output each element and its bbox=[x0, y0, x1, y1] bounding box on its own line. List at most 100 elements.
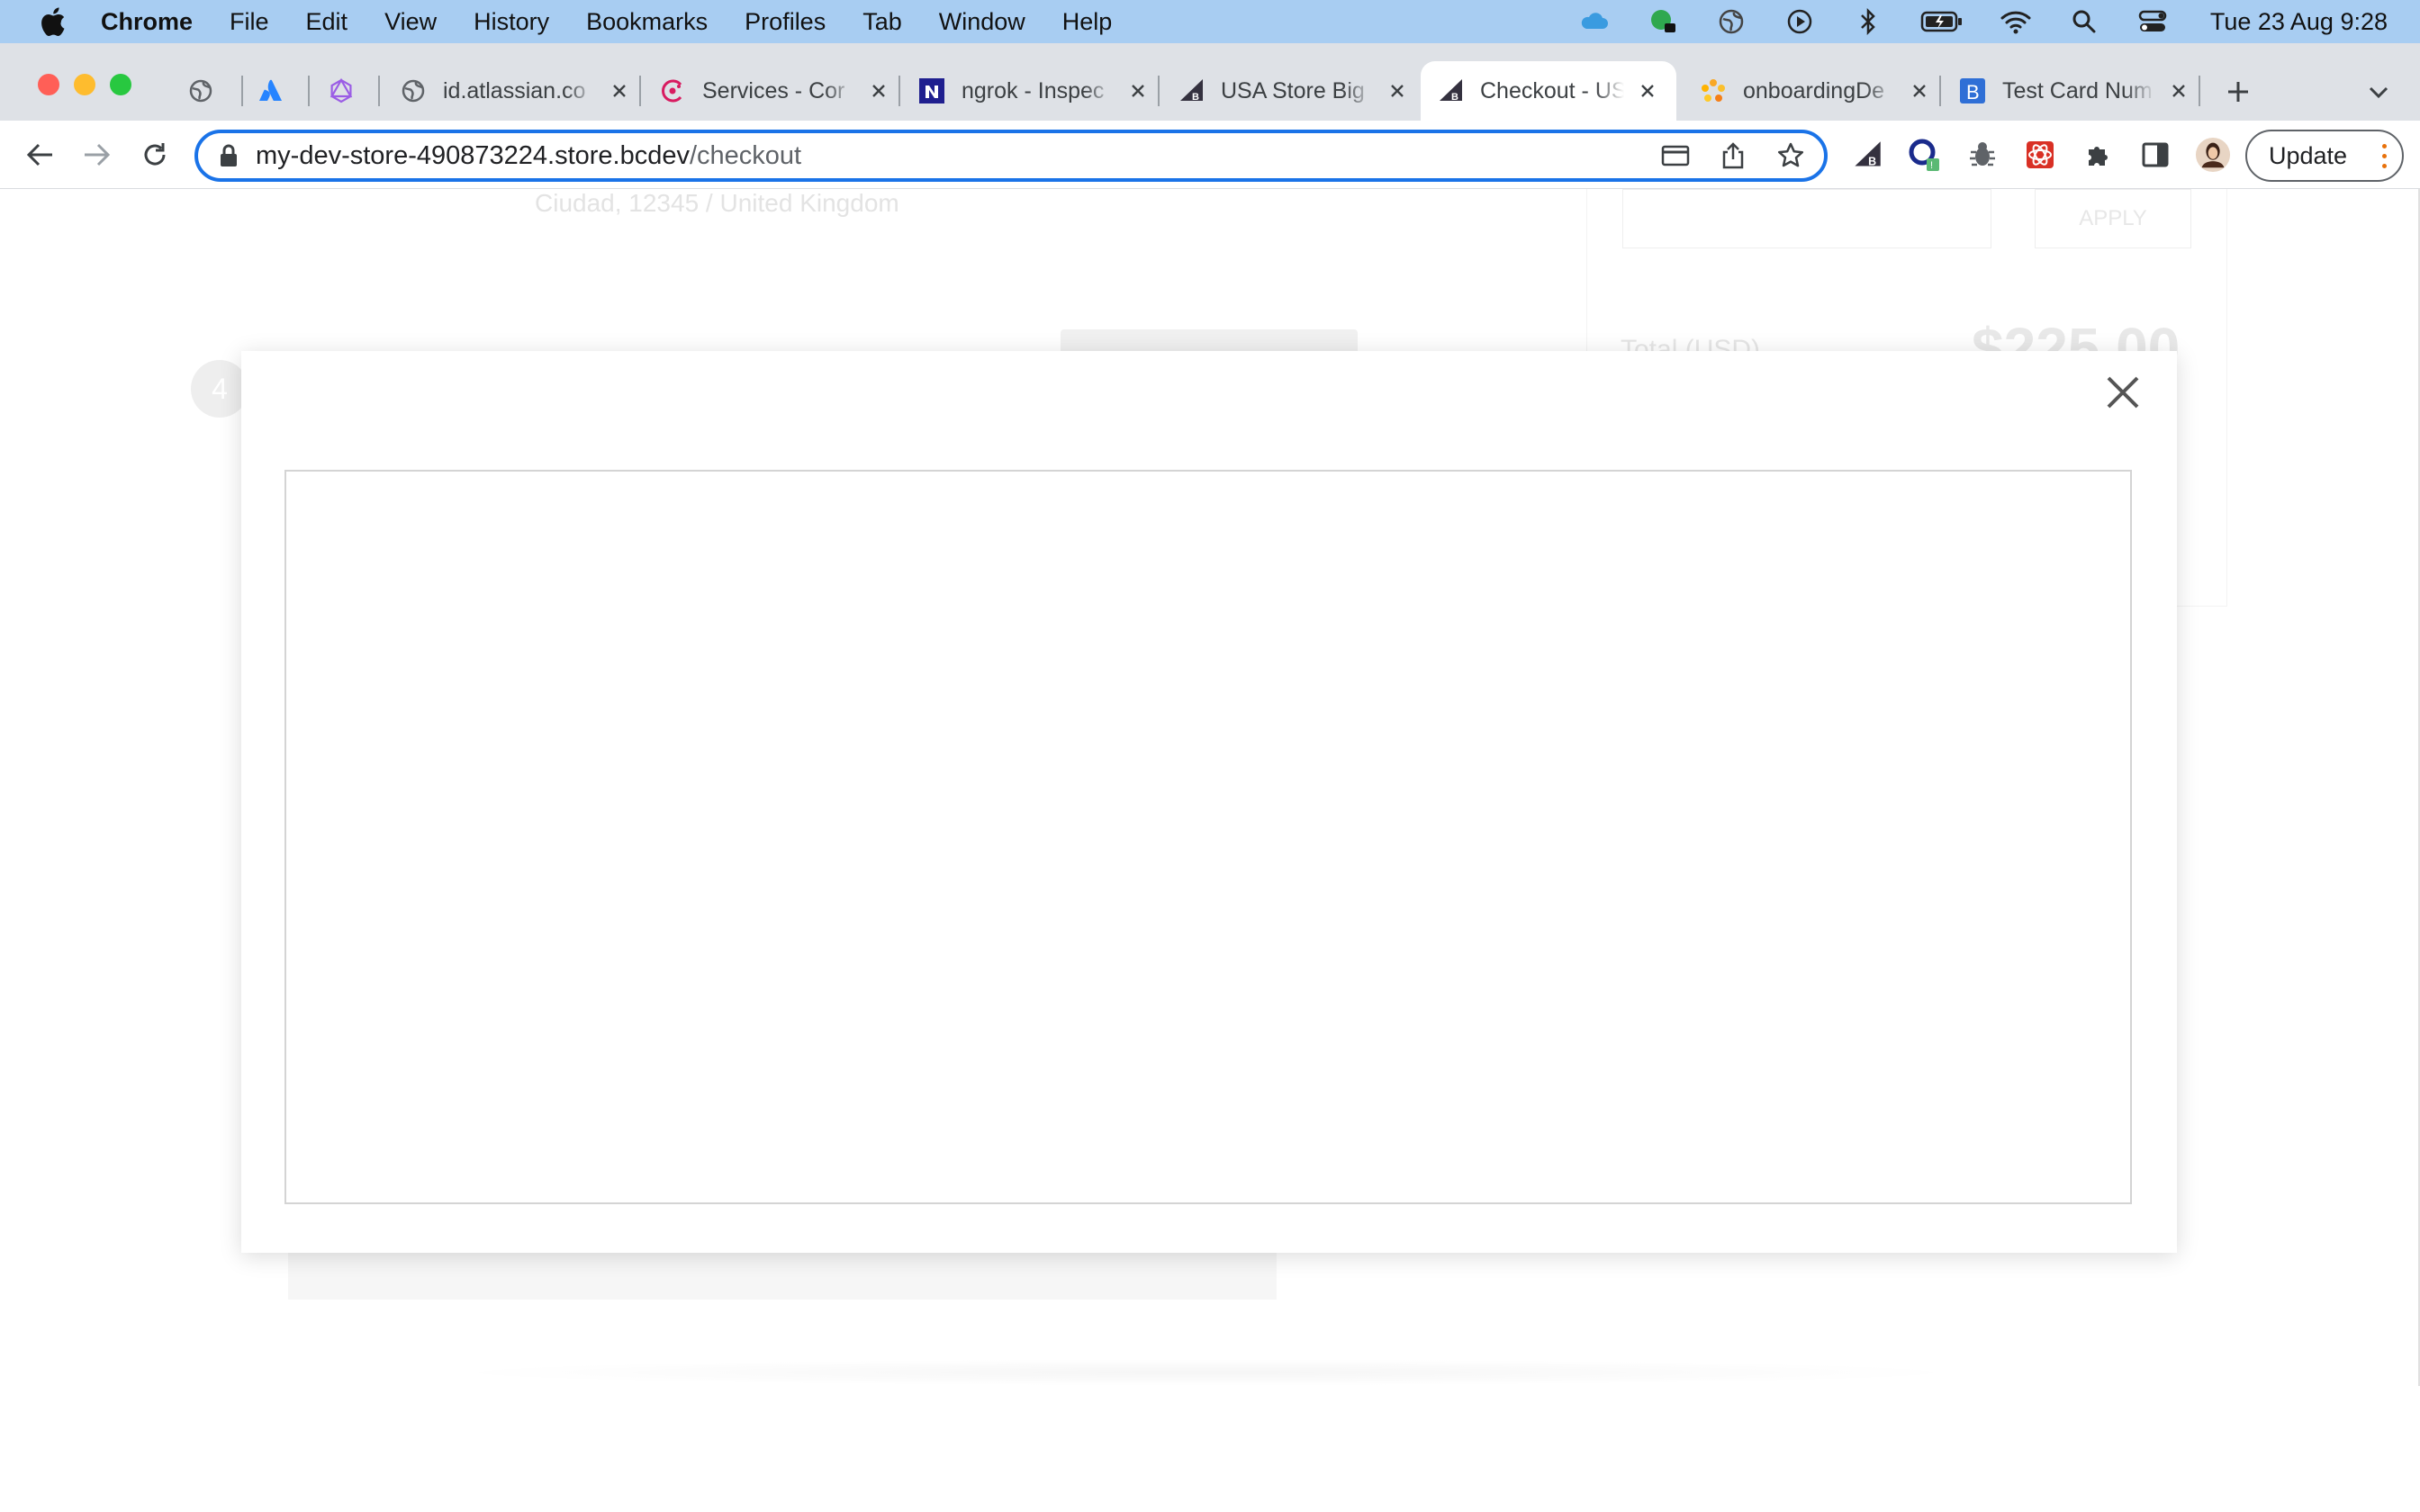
tab-title: Test Card Num bbox=[2002, 77, 2153, 104]
tab-separator bbox=[639, 76, 641, 106]
svg-text:!: ! bbox=[1930, 160, 1933, 171]
globe-icon bbox=[187, 77, 214, 104]
url-path: /checkout bbox=[689, 140, 802, 170]
graphql-icon bbox=[328, 77, 355, 104]
tab-separator bbox=[898, 76, 900, 106]
play-icon[interactable] bbox=[1783, 7, 1816, 36]
footer-shadow bbox=[432, 1359, 1981, 1386]
close-tab-icon[interactable] bbox=[1127, 80, 1149, 102]
menu-file[interactable]: File bbox=[230, 8, 269, 36]
extension-badge-icon[interactable]: ! bbox=[1907, 137, 1943, 173]
tab-title: USA Store Big bbox=[1221, 77, 1365, 104]
menu-history[interactable]: History bbox=[474, 8, 549, 36]
macos-menu-bar: Chrome File Edit View History Bookmarks … bbox=[0, 0, 2420, 43]
profile-avatar[interactable] bbox=[2195, 137, 2231, 173]
tab-separator bbox=[378, 76, 380, 106]
tab-title: id.atlassian.co bbox=[443, 77, 586, 104]
menu-edit[interactable]: Edit bbox=[306, 8, 348, 36]
payment-modal bbox=[241, 351, 2177, 1253]
window-minimize-button[interactable] bbox=[74, 74, 95, 95]
share-icon[interactable] bbox=[1718, 140, 1748, 171]
lock-icon[interactable] bbox=[218, 143, 239, 168]
globe-icon bbox=[400, 77, 427, 104]
cloud-icon[interactable] bbox=[1578, 7, 1611, 36]
tab-ngrok[interactable]: ngrok - Inspec bbox=[902, 61, 1149, 121]
atlassian-icon bbox=[257, 77, 284, 104]
tab-title: onboardingDe bbox=[1743, 77, 1885, 104]
tab-separator bbox=[308, 76, 310, 106]
tab-search-chevron-icon[interactable] bbox=[2359, 72, 2398, 112]
bigcommerce-extension-icon[interactable]: B bbox=[1849, 137, 1885, 173]
svg-text:B: B bbox=[1868, 155, 1876, 167]
menu-bar-status-area: Tue 23 Aug 9:28 bbox=[1578, 0, 2388, 43]
lock-app-icon[interactable] bbox=[1647, 7, 1679, 36]
card-icon[interactable] bbox=[1660, 140, 1691, 171]
close-tab-icon[interactable] bbox=[2168, 80, 2190, 102]
address-bar[interactable]: my-dev-store-490873224.store.bcdev/check… bbox=[194, 130, 1828, 182]
back-arrow-icon[interactable] bbox=[20, 135, 59, 175]
close-tab-icon[interactable] bbox=[609, 80, 630, 102]
close-tab-icon[interactable] bbox=[868, 80, 889, 102]
bigcommerce-icon: B bbox=[1178, 77, 1205, 104]
ngrok-icon bbox=[918, 77, 945, 104]
menu-app-name[interactable]: Chrome bbox=[101, 8, 193, 36]
side-panel-icon[interactable] bbox=[2137, 137, 2173, 173]
close-tab-icon[interactable] bbox=[1386, 80, 1408, 102]
tab-separator bbox=[241, 76, 243, 106]
reload-icon[interactable] bbox=[135, 135, 175, 175]
svg-text:B: B bbox=[1451, 92, 1458, 103]
svg-text:B: B bbox=[1192, 92, 1199, 103]
extensions-puzzle-icon[interactable] bbox=[2080, 137, 2116, 173]
tab-checkout[interactable]: B Checkout - US bbox=[1421, 61, 1676, 121]
coupon-code-input[interactable] bbox=[1622, 189, 1991, 248]
bug-extension-icon[interactable] bbox=[1964, 137, 2000, 173]
menu-bookmarks[interactable]: Bookmarks bbox=[586, 8, 708, 36]
tab-atlassian-id[interactable]: id.atlassian.co bbox=[384, 61, 630, 121]
close-tab-icon[interactable] bbox=[1909, 80, 1930, 102]
menu-bar-clock[interactable]: Tue 23 Aug 9:28 bbox=[2210, 8, 2388, 36]
onboarding-icon bbox=[1700, 77, 1727, 104]
menu-tab[interactable]: Tab bbox=[862, 8, 902, 36]
apple-icon[interactable] bbox=[38, 5, 67, 38]
tab-separator bbox=[2199, 76, 2200, 106]
menu-profiles[interactable]: Profiles bbox=[745, 8, 826, 36]
menu-window[interactable]: Window bbox=[939, 8, 1025, 36]
tab-usa-store[interactable]: B USA Store Big bbox=[1161, 61, 1408, 121]
battery-icon[interactable] bbox=[1920, 7, 1964, 36]
tab-title: Checkout - US bbox=[1480, 77, 1624, 104]
window-close-button[interactable] bbox=[38, 74, 59, 95]
modal-iframe-area[interactable] bbox=[284, 470, 2132, 1204]
tab-separator bbox=[1158, 76, 1160, 106]
control-center-icon[interactable] bbox=[2136, 7, 2169, 36]
tab-test-card[interactable]: B Test Card Num bbox=[1943, 61, 2190, 121]
shipping-address-text: Ciudad, 12345 / United Kingdom bbox=[535, 189, 899, 217]
tab-atlassian[interactable] bbox=[245, 61, 301, 121]
menu-help[interactable]: Help bbox=[1062, 8, 1113, 36]
update-button[interactable]: Update bbox=[2245, 130, 2404, 182]
bluetooth-icon[interactable] bbox=[1852, 7, 1884, 36]
window-zoom-button[interactable] bbox=[110, 74, 131, 95]
bookmark-star-icon[interactable] bbox=[1775, 140, 1806, 171]
wifi-icon[interactable] bbox=[2000, 7, 2032, 36]
tab-onboarding[interactable]: onboardingDe bbox=[1684, 61, 1930, 121]
forward-arrow-icon[interactable] bbox=[77, 135, 117, 175]
url-text[interactable]: my-dev-store-490873224.store.bcdev/check… bbox=[256, 141, 801, 171]
close-modal-icon[interactable] bbox=[2103, 373, 2143, 412]
globe-icon[interactable] bbox=[1715, 7, 1747, 36]
checkout-step-number: 4 bbox=[191, 360, 248, 418]
more-menu-icon[interactable] bbox=[2382, 144, 2388, 174]
tab-title: ngrok - Inspec bbox=[962, 77, 1105, 104]
menu-view[interactable]: View bbox=[384, 8, 437, 36]
tab-graphql[interactable] bbox=[315, 61, 371, 121]
close-tab-icon[interactable] bbox=[1637, 80, 1658, 102]
svg-text:B: B bbox=[1966, 81, 1980, 104]
apply-coupon-button[interactable]: APPLY bbox=[2035, 189, 2191, 248]
search-icon[interactable] bbox=[2068, 7, 2100, 36]
bigcommerce-icon: B bbox=[1437, 77, 1464, 104]
tab-title: Services - Cor bbox=[702, 77, 845, 104]
new-tab-button[interactable] bbox=[2218, 72, 2258, 112]
react-devtools-icon[interactable] bbox=[2022, 137, 2058, 173]
b-icon: B bbox=[1959, 77, 1986, 104]
tab-globe[interactable] bbox=[176, 61, 230, 121]
tab-services[interactable]: Services - Cor bbox=[643, 61, 889, 121]
